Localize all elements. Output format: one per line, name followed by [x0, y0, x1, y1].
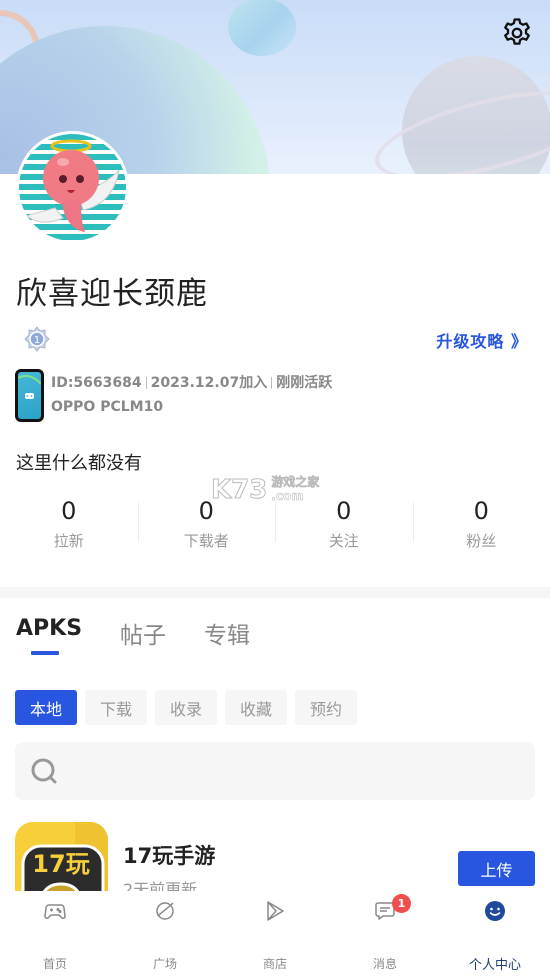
bio: 这里什么都没有 — [16, 453, 142, 474]
divider — [271, 377, 273, 389]
section-divider — [0, 587, 550, 598]
avatar[interactable] — [16, 131, 129, 244]
stat-following[interactable]: 0 关注 — [275, 496, 413, 556]
divider — [145, 377, 147, 389]
tab-indicator — [31, 651, 59, 655]
stat-downloaders[interactable]: 0 下载者 — [137, 496, 276, 556]
bottom-nav: 首页 广场 商店 消息 个人中心 — [0, 891, 550, 976]
level-badge-icon[interactable]: 1 — [24, 326, 50, 352]
svg-text:1: 1 — [34, 335, 40, 346]
username: 欣喜迎长颈鹿 — [16, 276, 208, 312]
filter-favorites[interactable]: 收藏 — [225, 690, 287, 725]
stat-followers[interactable]: 0 粉丝 — [412, 496, 550, 556]
user-id: ID:5663684 — [51, 375, 142, 391]
gear-icon — [504, 18, 530, 45]
nav-label: 首页 — [42, 957, 67, 971]
nav-label: 广场 — [152, 957, 177, 971]
stats-row: 0 拉新 0 下载者 0 关注 0 粉丝 — [0, 496, 550, 556]
nav-messages[interactable]: 消息 — [330, 891, 440, 976]
nav-label: 消息 — [372, 957, 397, 971]
nav-profile[interactable]: 个人中心 — [440, 891, 550, 976]
filter-local[interactable]: 本地 — [15, 690, 77, 725]
content-tabs: APKS 帖子 专辑 — [16, 616, 250, 650]
stat-value: 0 — [61, 497, 77, 525]
stat-value: 0 — [198, 497, 214, 525]
stat-value: 0 — [473, 497, 489, 525]
android-phone-icon — [15, 369, 44, 422]
play-icon — [267, 901, 284, 921]
svg-text:17玩: 17玩 — [32, 850, 89, 878]
tab-apks[interactable]: APKS — [16, 616, 82, 650]
activity-status: 刚刚活跃 — [276, 375, 333, 391]
upload-button[interactable]: 上传 — [458, 851, 535, 886]
smiley-icon — [485, 901, 505, 921]
upgrade-guide-link[interactable]: 升级攻略 》 — [436, 328, 528, 352]
notification-badge: 1 — [392, 894, 411, 913]
search-bar[interactable] — [15, 742, 535, 800]
stat-label: 关注 — [328, 532, 359, 550]
join-date: 2023.12.07加入 — [150, 375, 268, 391]
planet-icon — [156, 902, 174, 920]
nav-store[interactable]: 商店 — [220, 891, 330, 976]
tab-albums[interactable]: 专辑 — [204, 616, 250, 650]
filter-chips: 本地 下载 收录 收藏 预约 — [15, 690, 357, 725]
device-name: OPPO PCLM10 — [51, 399, 164, 415]
stat-label: 拉新 — [53, 532, 84, 550]
settings-button[interactable] — [498, 14, 536, 52]
stat-label: 下载者 — [183, 532, 229, 550]
banner-decoration — [228, 0, 296, 56]
nav-plaza[interactable]: 广场 — [110, 891, 220, 976]
nav-label: 个人中心 — [468, 958, 521, 973]
stat-label: 粉丝 — [466, 532, 497, 550]
search-input[interactable] — [68, 761, 508, 781]
profile-meta: ID:5663684 2023.12.07加入 刚刚活跃 — [51, 372, 332, 392]
filter-reservations[interactable]: 预约 — [295, 690, 357, 725]
nav-label: 商店 — [262, 957, 287, 971]
filter-included[interactable]: 收录 — [155, 690, 217, 725]
search-icon — [31, 758, 57, 784]
gamepad-icon — [44, 904, 66, 919]
list-item[interactable]: 17玩 17玩手游 2天前更新 上传 — [0, 822, 550, 915]
stat-invites[interactable]: 0 拉新 — [0, 496, 138, 556]
app-name: 17玩手游 — [123, 844, 216, 868]
stat-value: 0 — [336, 497, 352, 525]
filter-download[interactable]: 下载 — [85, 690, 147, 725]
nav-home[interactable]: 首页 — [0, 891, 110, 976]
tab-posts[interactable]: 帖子 — [120, 616, 166, 650]
avatar-image — [26, 139, 120, 232]
